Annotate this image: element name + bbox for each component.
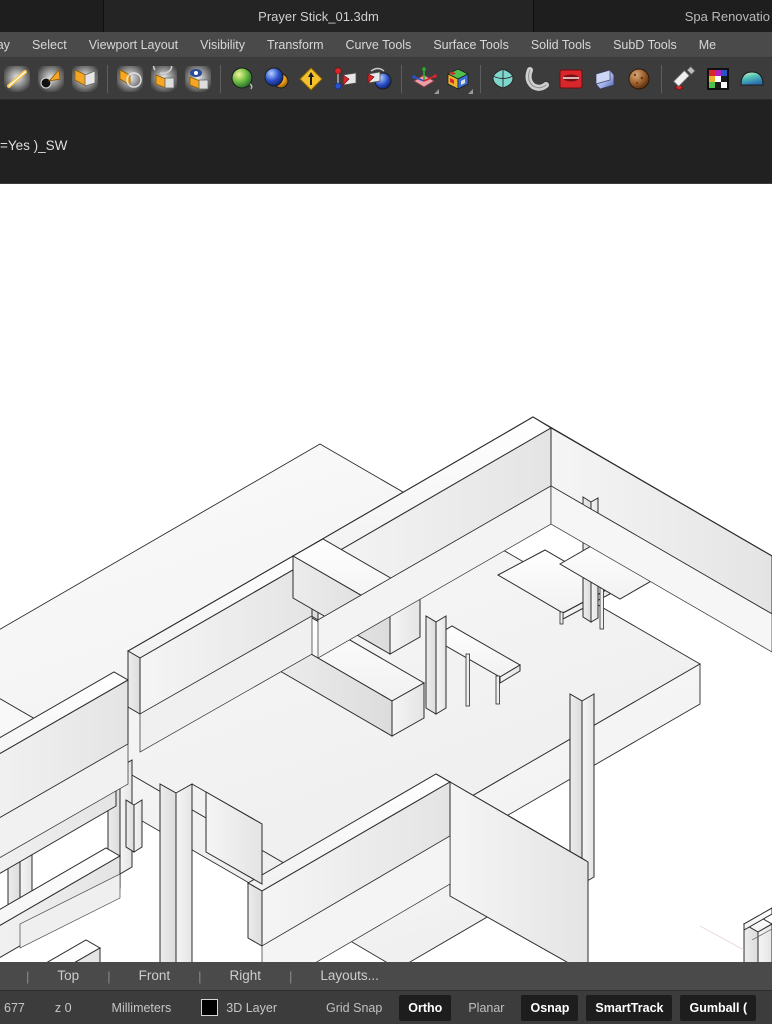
menu-item-select[interactable]: Select bbox=[21, 32, 78, 57]
menu-item-viewport-layout[interactable]: Viewport Layout bbox=[78, 32, 189, 57]
toggle-planar[interactable]: Planar bbox=[459, 995, 513, 1021]
flyout-corner-icon bbox=[434, 88, 439, 94]
color-palette-icon[interactable] bbox=[702, 63, 734, 95]
surface-from-curve-icon[interactable] bbox=[69, 63, 101, 95]
main-toolbar bbox=[0, 58, 772, 100]
subd-pipe-icon[interactable] bbox=[521, 63, 553, 95]
sphere-icon[interactable] bbox=[227, 63, 259, 95]
polyline-icon[interactable] bbox=[35, 63, 67, 95]
toolbar-separator bbox=[107, 64, 108, 93]
document-tab-spa-renovation[interactable]: Spa Renovatio bbox=[534, 0, 772, 32]
perspective-viewport[interactable]: .wt { fill: url(#wallTop); stroke:#2c2c2… bbox=[0, 184, 772, 962]
axonometric-floorplan-model: .wt { fill: url(#wallTop); stroke:#2c2c2… bbox=[0, 184, 772, 962]
material-icon[interactable] bbox=[736, 63, 768, 95]
toggle-osnap[interactable]: Osnap bbox=[521, 994, 579, 1021]
toolbar-separator bbox=[220, 64, 221, 93]
colored-cube-icon[interactable] bbox=[442, 63, 474, 95]
viewport-tab-separator: | bbox=[26, 968, 30, 984]
viewport-tab-layouts[interactable]: Layouts... bbox=[320, 962, 379, 990]
viewport-tab-bar: allel | Top | Front | Right | Layouts... bbox=[0, 962, 772, 990]
subd-sphere-icon[interactable] bbox=[623, 63, 655, 95]
status-bar: 677 z 0 Millimeters 3D Layer Grid Snap O… bbox=[0, 990, 772, 1024]
rhino-application-window: Prayer Stick_01.3dm Spa Renovatio play S… bbox=[0, 0, 772, 1024]
chamfer-icon[interactable] bbox=[295, 63, 327, 95]
menu-item-mesh-tools[interactable]: Me bbox=[688, 32, 727, 57]
rebuild-surface-icon[interactable] bbox=[363, 63, 395, 95]
boolean-union-icon[interactable] bbox=[261, 63, 293, 95]
document-tab-prayer-stick[interactable]: Prayer Stick_01.3dm bbox=[104, 0, 534, 32]
revolve-icon[interactable] bbox=[148, 63, 180, 95]
point-on-surface-icon[interactable] bbox=[329, 63, 361, 95]
toggle-grid-snap[interactable]: Grid Snap bbox=[317, 995, 391, 1021]
line-icon[interactable] bbox=[1, 63, 33, 95]
viewport-tab-separator: | bbox=[289, 968, 293, 984]
units-label[interactable]: Millimeters bbox=[112, 1001, 172, 1015]
viewport-tab-separator: | bbox=[198, 968, 202, 984]
toggle-ortho[interactable]: Ortho bbox=[399, 994, 452, 1021]
sweep-icon[interactable] bbox=[182, 63, 214, 95]
menu-item-display[interactable]: play bbox=[0, 32, 21, 57]
menu-item-surface-tools[interactable]: Surface Tools bbox=[422, 32, 520, 57]
subd-tube-icon[interactable] bbox=[589, 63, 621, 95]
menu-item-transform[interactable]: Transform bbox=[256, 32, 335, 57]
toolbar-separator bbox=[480, 64, 481, 93]
toolbar-separator bbox=[661, 64, 662, 93]
layer-color-swatch[interactable] bbox=[201, 999, 219, 1016]
document-tab-partial-left[interactable] bbox=[0, 0, 104, 32]
viewport-tab-front[interactable]: Front bbox=[139, 962, 171, 990]
command-history-line: =Yes )_SW bbox=[0, 138, 68, 153]
gumball-transform-icon[interactable] bbox=[408, 63, 440, 95]
menu-item-curve-tools[interactable]: Curve Tools bbox=[335, 32, 423, 57]
cursor-coordinate-y: 677 bbox=[4, 1000, 25, 1015]
document-tab-label: Spa Renovatio bbox=[684, 8, 770, 24]
toggle-smarttrack[interactable]: SmartTrack bbox=[586, 994, 673, 1021]
toolbar-separator bbox=[401, 64, 402, 93]
command-area[interactable]: =Yes )_SW bbox=[0, 100, 772, 184]
viewport-tab-separator: | bbox=[107, 968, 111, 984]
current-layer-label[interactable]: 3D Layer bbox=[226, 1001, 277, 1015]
menu-item-solid-tools[interactable]: Solid Tools bbox=[520, 32, 602, 57]
menu-item-visibility[interactable]: Visibility bbox=[189, 32, 256, 57]
cursor-coordinate-z: z 0 bbox=[54, 1000, 72, 1015]
toggle-gumball[interactable]: Gumball ( bbox=[680, 994, 757, 1021]
viewport-tab-right[interactable]: Right bbox=[229, 962, 261, 990]
paint-brush-icon[interactable] bbox=[668, 63, 700, 95]
menu-bar: play Select Viewport Layout Visibility T… bbox=[0, 32, 772, 58]
subd-box-icon[interactable] bbox=[487, 63, 519, 95]
flyout-corner-icon bbox=[468, 88, 473, 94]
viewport-tab-top[interactable]: Top bbox=[57, 962, 79, 990]
document-tab-bar: Prayer Stick_01.3dm Spa Renovatio bbox=[0, 0, 772, 32]
extrude-surface-icon[interactable] bbox=[114, 63, 146, 95]
menu-item-subd-tools[interactable]: SubD Tools bbox=[602, 32, 688, 57]
document-tab-label: Prayer Stick_01.3dm bbox=[258, 8, 379, 24]
subd-extrude-icon[interactable] bbox=[555, 63, 587, 95]
